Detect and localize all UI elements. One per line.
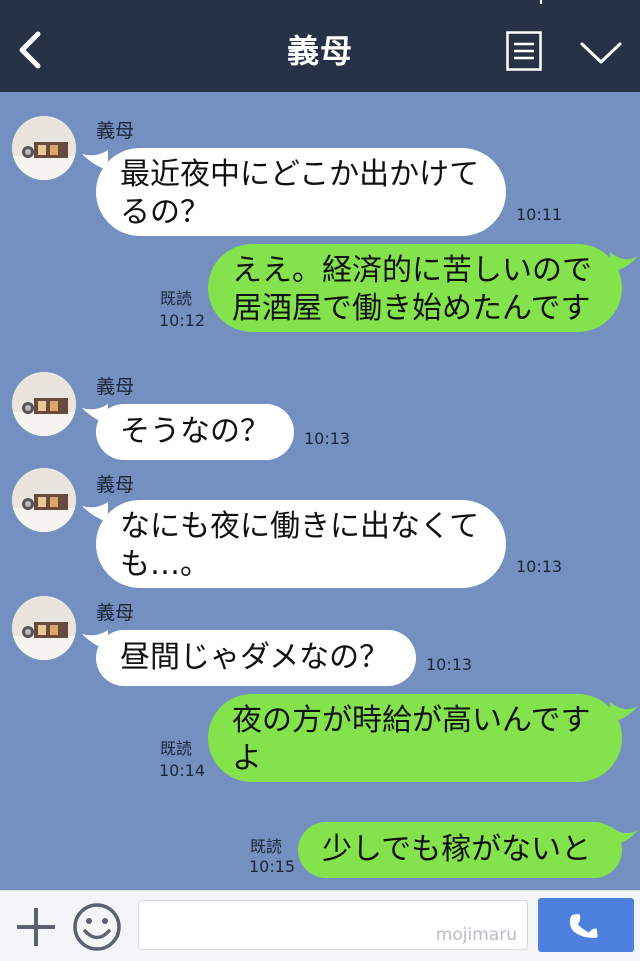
avatar[interactable] <box>12 468 76 532</box>
input-bar: mojimaru <box>0 890 640 961</box>
sender-name: 義母 <box>96 120 135 142</box>
sender-name: 義母 <box>96 376 135 398</box>
bubble-tail <box>610 702 638 722</box>
message-time: 10:13 <box>516 557 563 576</box>
message-time: 10:13 <box>426 655 473 674</box>
incoming-message-bubble[interactable]: 昼間じゃダメなの？ <box>96 630 416 686</box>
message-time: 10:14 <box>159 761 206 780</box>
message-time: 10:11 <box>516 205 563 224</box>
plus-icon[interactable] <box>14 905 58 949</box>
chevron-down-icon[interactable] <box>579 40 623 66</box>
incoming-message-bubble[interactable]: 最近夜中にどこか出かけて るの？ <box>96 148 506 236</box>
status-indicator <box>540 0 542 4</box>
menu-list-icon[interactable] <box>506 31 542 71</box>
chat-header: 義母 <box>0 0 640 92</box>
message-time: 10:12 <box>159 311 206 330</box>
incoming-message-bubble[interactable]: そうなの？ <box>96 404 294 460</box>
avatar[interactable] <box>12 372 76 436</box>
watermark: mojimaru <box>435 925 517 945</box>
outgoing-message-bubble[interactable]: ええ。経済的に苦しいので 居酒屋で働き始めたんです <box>208 244 622 332</box>
avatar-photo-icon <box>12 596 76 660</box>
message-input[interactable]: mojimaru <box>138 900 528 950</box>
bubble-tail <box>610 826 638 846</box>
outgoing-message-bubble[interactable]: 夜の方が時給が高いんです よ <box>208 694 622 782</box>
bubble-tail <box>610 252 638 272</box>
avatar-photo-icon <box>12 116 76 180</box>
avatar[interactable] <box>12 116 76 180</box>
message-time: 10:13 <box>304 429 351 448</box>
read-receipt: 既読 <box>160 289 193 308</box>
incoming-message-bubble[interactable]: なにも夜に働きに出なくて も…。 <box>96 500 506 588</box>
message-list[interactable]: 義母 最近夜中にどこか出かけて るの？ 10:11 既読 10:12 ええ。経済… <box>0 92 640 890</box>
sender-name: 義母 <box>96 474 135 496</box>
message-time: 10:15 <box>249 857 296 876</box>
smiley-icon[interactable] <box>72 902 122 952</box>
chat-title: 義母 <box>286 32 353 70</box>
phone-icon <box>569 913 598 938</box>
outgoing-message-bubble[interactable]: 少しでも稼がないと <box>298 822 622 878</box>
sender-name: 義母 <box>96 602 135 624</box>
read-receipt: 既読 <box>250 837 283 856</box>
read-receipt: 既読 <box>160 739 193 758</box>
avatar-photo-icon <box>12 372 76 436</box>
avatar-photo-icon <box>12 468 76 532</box>
avatar[interactable] <box>12 596 76 660</box>
call-button[interactable] <box>538 898 634 952</box>
